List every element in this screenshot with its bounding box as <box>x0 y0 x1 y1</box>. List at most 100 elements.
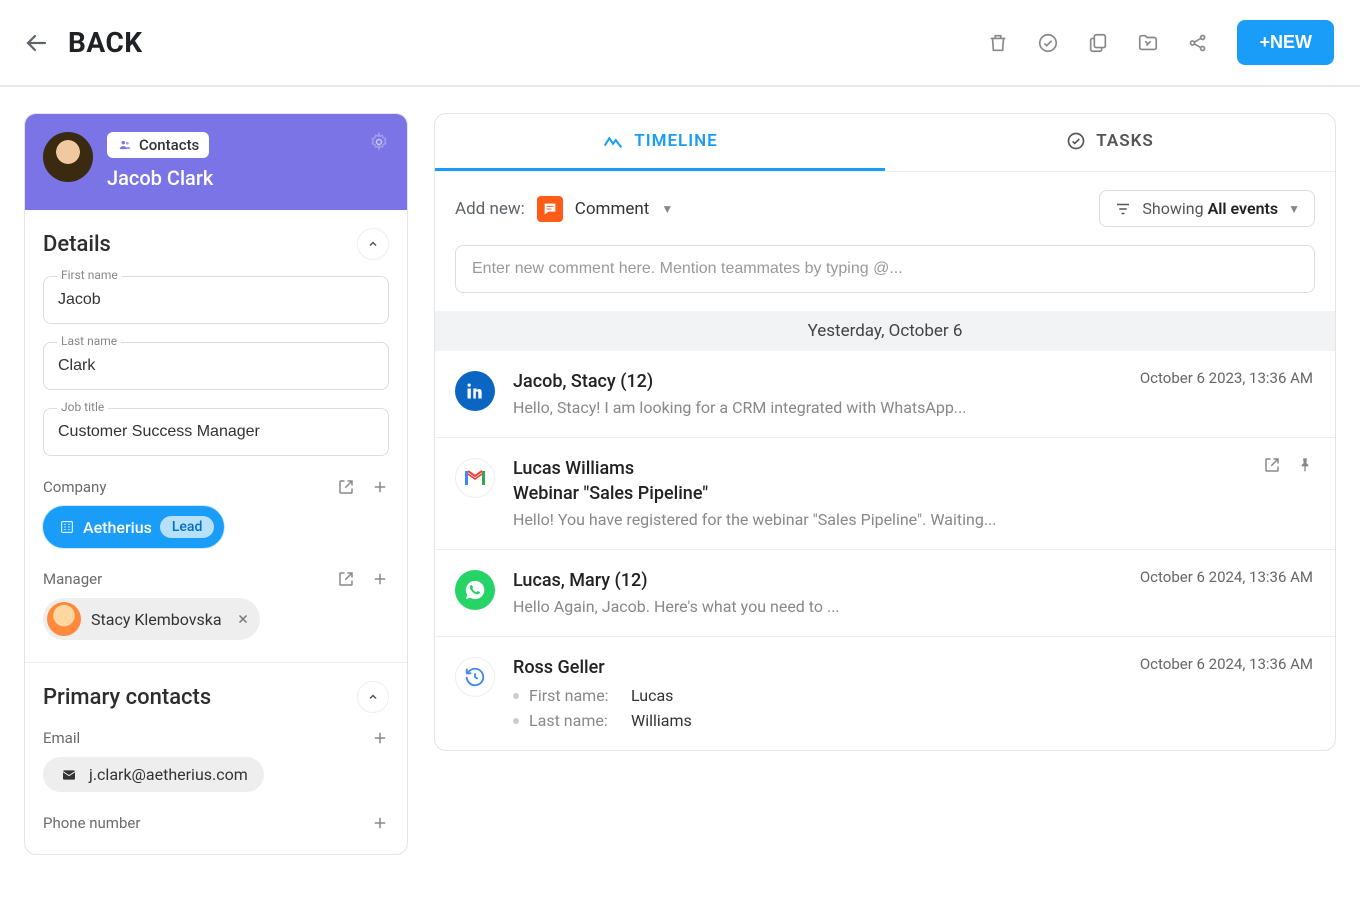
filter-dropdown[interactable]: Showing All events ▼ <box>1099 190 1315 227</box>
timeline-event[interactable]: Lucas Williams Webinar "Sales Pipeline" … <box>435 438 1335 550</box>
event-text: Hello! You have registered for the webin… <box>513 510 1315 529</box>
email-subhead: Email <box>43 729 389 747</box>
manager-name: Stacy Klembovska <box>91 610 222 629</box>
primary-contacts-section: Primary contacts Email <box>25 662 407 854</box>
add-new-label: Add new: <box>455 199 525 219</box>
event-text: Hello, Stacy! I am looking for a CRM int… <box>513 398 1315 417</box>
tabs: TIMELINE TASKS <box>435 114 1335 172</box>
contact-name: Jacob Clark <box>107 166 213 190</box>
email-value: j.clark@aetherius.com <box>89 765 248 784</box>
date-separator: Yesterday, October 6 <box>435 311 1335 351</box>
event-field-label: First name: <box>529 686 621 705</box>
tab-timeline-label: TIMELINE <box>634 131 718 151</box>
main: Contacts Jacob Clark Details First n <box>0 87 1360 881</box>
job-title-input[interactable] <box>43 408 389 456</box>
event-text: Hello Again, Jacob. Here's what you need… <box>513 597 1315 616</box>
add-manager-icon[interactable] <box>371 570 389 588</box>
company-label: Company <box>43 478 106 496</box>
timeline-controls: Add new: Comment ▼ Showing All events ▼ <box>435 172 1335 237</box>
contact-header: Contacts Jacob Clark <box>25 114 407 210</box>
add-phone-icon[interactable] <box>371 814 389 832</box>
pin-icon[interactable] <box>1297 456 1313 474</box>
copy-icon[interactable] <box>1087 32 1109 54</box>
gear-icon[interactable] <box>369 132 389 152</box>
email-icon <box>59 767 79 783</box>
last-name-label: Last name <box>57 334 121 348</box>
email-label: Email <box>43 729 80 747</box>
check-circle-icon[interactable] <box>1037 32 1059 54</box>
timeline-event[interactable]: Jacob, Stacy (12) Hello, Stacy! I am loo… <box>435 351 1335 438</box>
event-timestamp: October 6 2024, 13:36 AM <box>1140 568 1313 586</box>
event-field-value: Williams <box>631 711 692 730</box>
contacts-icon <box>117 138 133 152</box>
manager-label: Manager <box>43 570 102 588</box>
back-arrow-icon[interactable] <box>24 31 48 55</box>
bullet-icon <box>513 693 519 699</box>
details-title: Details <box>43 232 111 257</box>
first-name-input[interactable] <box>43 276 389 324</box>
event-field-value: Lucas <box>631 686 673 705</box>
delete-icon[interactable] <box>987 32 1009 54</box>
phone-subhead: Phone number <box>43 814 389 832</box>
add-new-control: Add new: Comment ▼ <box>455 196 673 222</box>
filter-prefix: Showing <box>1142 199 1207 218</box>
event-subtitle: Webinar "Sales Pipeline" <box>513 483 1315 504</box>
open-manager-icon[interactable] <box>337 570 355 588</box>
collapse-details-button[interactable] <box>357 228 389 260</box>
manager-subhead: Manager <box>43 570 389 588</box>
chevron-down-icon[interactable]: ▼ <box>661 202 673 216</box>
right-column: TIMELINE TASKS Add new: Comment ▼ <box>434 113 1336 855</box>
event-title: Lucas Williams <box>513 458 1315 479</box>
details-section: Details First name Last name Job title <box>25 210 407 662</box>
tab-timeline[interactable]: TIMELINE <box>435 114 885 171</box>
open-external-icon[interactable] <box>1263 456 1281 474</box>
event-actions <box>1263 456 1313 474</box>
event-field-label: Last name: <box>529 711 621 730</box>
last-name-input[interactable] <box>43 342 389 390</box>
last-name-field: Last name <box>43 342 389 390</box>
contact-type-label: Contacts <box>139 136 199 154</box>
add-company-icon[interactable] <box>371 478 389 496</box>
collapse-contacts-button[interactable] <box>357 681 389 713</box>
manager-chip[interactable]: Stacy Klembovska <box>43 598 260 640</box>
company-name: Aetherius <box>83 518 152 537</box>
first-name-label: First name <box>57 268 122 282</box>
first-name-field: First name <box>43 276 389 324</box>
timeline-icon <box>602 130 624 152</box>
timeline-card: TIMELINE TASKS Add new: Comment ▼ <box>434 113 1336 751</box>
comment-type-label[interactable]: Comment <box>575 199 650 219</box>
open-company-icon[interactable] <box>337 478 355 496</box>
share-icon[interactable] <box>1187 32 1209 54</box>
back-label[interactable]: BACK <box>68 26 143 59</box>
folder-add-icon[interactable] <box>1137 32 1159 54</box>
comment-input[interactable] <box>455 245 1315 293</box>
email-chip[interactable]: j.clark@aetherius.com <box>43 757 264 792</box>
tab-tasks[interactable]: TASKS <box>885 114 1335 171</box>
linkedin-icon <box>455 371 495 411</box>
timeline-event[interactable]: Ross Geller First name: Lucas Last name:… <box>435 637 1335 750</box>
timeline-event[interactable]: Lucas, Mary (12) Hello Again, Jacob. Her… <box>435 550 1335 637</box>
contact-card: Contacts Jacob Clark Details First n <box>24 113 408 855</box>
topbar-right: +NEW <box>987 20 1334 65</box>
job-title-field: Job title <box>43 408 389 456</box>
whatsapp-icon <box>455 570 495 610</box>
contact-type-badge[interactable]: Contacts <box>107 132 209 158</box>
bullet-icon <box>513 718 519 724</box>
event-field-row: First name: Lucas <box>513 686 1315 705</box>
company-icon <box>59 519 75 535</box>
phone-label: Phone number <box>43 814 140 832</box>
new-button[interactable]: +NEW <box>1237 20 1334 65</box>
add-email-icon[interactable] <box>371 729 389 747</box>
gmail-icon <box>455 458 495 498</box>
comment-icon[interactable] <box>537 196 563 222</box>
event-field-row: Last name: Williams <box>513 711 1315 730</box>
contact-avatar <box>43 132 93 182</box>
primary-contacts-title: Primary contacts <box>43 685 211 710</box>
topbar: BACK +NEW <box>0 0 1360 87</box>
event-field-list: First name: Lucas Last name: Williams <box>513 686 1315 730</box>
filter-value: All events <box>1208 199 1279 218</box>
company-chip[interactable]: Aetherius Lead <box>43 506 224 548</box>
remove-manager-icon[interactable] <box>236 612 250 626</box>
company-subhead: Company <box>43 478 389 496</box>
filter-chevron-icon: ▼ <box>1288 202 1300 216</box>
